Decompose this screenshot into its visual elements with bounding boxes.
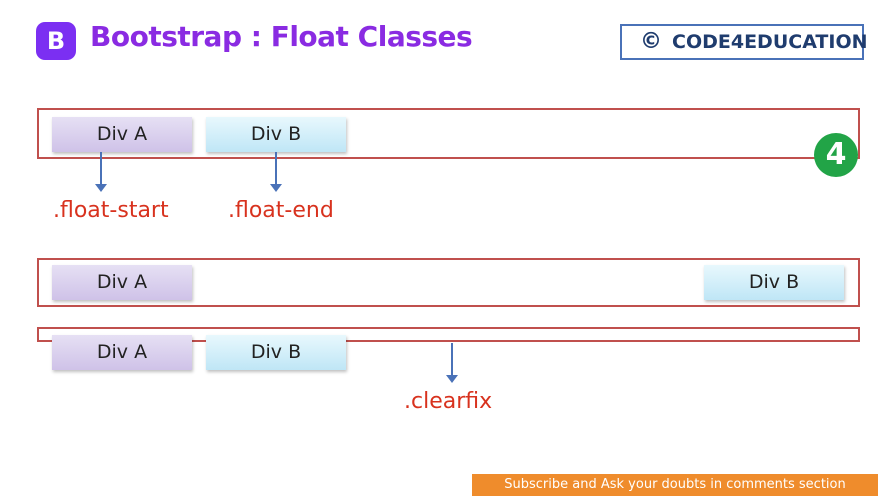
row2-div-b: Div B: [704, 265, 844, 300]
code4education-badge-icon: 4: [814, 133, 858, 177]
label-clearfix: .clearfix: [404, 389, 493, 414]
label-float-start: .float-start: [53, 198, 169, 223]
subscribe-banner: Subscribe and Ask your doubts in comment…: [472, 474, 878, 496]
brand-box: © CODE4EDUCATION: [620, 24, 868, 60]
row2-div-a: Div A: [52, 265, 192, 300]
arrow-float-end: [270, 152, 282, 192]
label-float-end: .float-end: [228, 198, 334, 223]
row1-div-b: Div B: [206, 117, 346, 152]
brand-name: CODE4EDUCATION: [672, 31, 868, 53]
copyright-icon: ©: [640, 29, 662, 54]
row3-div-a: Div A: [52, 335, 192, 370]
page-title: Bootstrap : Float Classes: [90, 20, 473, 53]
bootstrap-logo-icon: B: [36, 22, 76, 60]
arrow-float-start: [95, 152, 107, 192]
row1-div-a: Div A: [52, 117, 192, 152]
row3-div-b: Div B: [206, 335, 346, 370]
arrow-clearfix: [446, 343, 458, 383]
